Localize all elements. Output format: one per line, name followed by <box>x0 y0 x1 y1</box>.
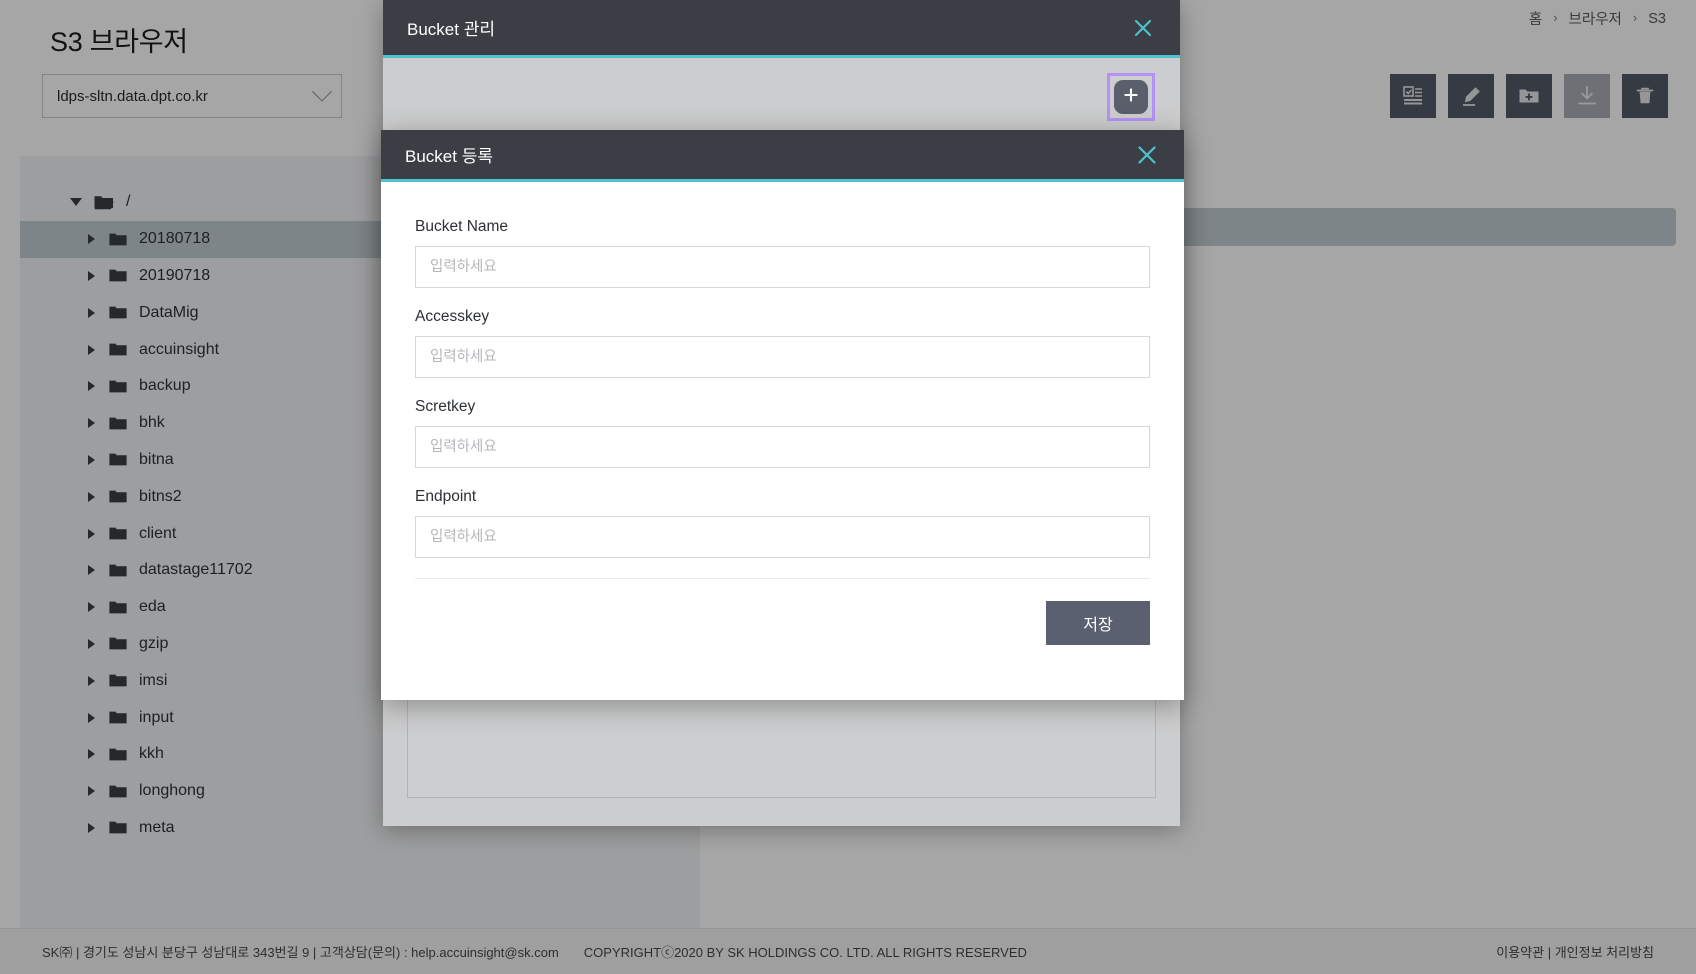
form-field: Scretkey <box>415 398 1150 468</box>
bucket-manage-toolbar <box>383 61 1180 133</box>
form-field: Accesskey <box>415 308 1150 378</box>
plus-icon <box>1122 86 1140 109</box>
bucket-manage-header: Bucket 관리 <box>383 0 1180 58</box>
save-button[interactable]: 저장 <box>1046 601 1150 645</box>
bucket-register-header: Bucket 등록 <box>381 130 1184 182</box>
close-icon[interactable] <box>1130 138 1164 172</box>
bucket-name-input[interactable] <box>415 246 1150 288</box>
field-label: Scretkey <box>415 398 476 415</box>
form-field: Endpoint <box>415 488 1150 558</box>
bucket-register-actions: 저장 <box>381 579 1184 645</box>
bucket-register-form: Bucket Name Accesskey Scretkey Endpoint <box>381 182 1184 558</box>
field-label: Bucket Name <box>415 218 509 235</box>
bucket-register-title: Bucket 등록 <box>405 147 493 166</box>
form-field: Bucket Name <box>415 218 1150 288</box>
add-bucket-button[interactable] <box>1114 80 1148 114</box>
close-icon[interactable] <box>1126 11 1160 45</box>
add-bucket-focus-ring <box>1107 73 1155 121</box>
bucket-manage-title: Bucket 관리 <box>407 20 495 39</box>
field-label: Accesskey <box>415 308 490 325</box>
bucket-register-dialog: Bucket 등록 Bucket Name Accesskey Scretkey En… <box>381 130 1184 700</box>
endpoint-input[interactable] <box>415 516 1150 558</box>
field-label: Endpoint <box>415 488 477 505</box>
secretkey-input[interactable] <box>415 426 1150 468</box>
accesskey-input[interactable] <box>415 336 1150 378</box>
